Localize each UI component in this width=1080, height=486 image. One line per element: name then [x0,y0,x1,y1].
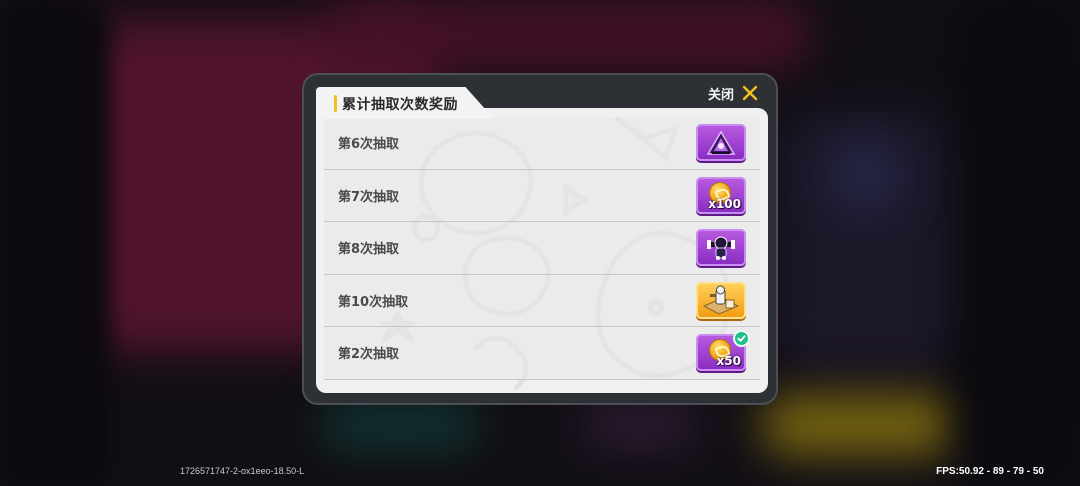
reward-row: 第8次抽取 [324,222,760,275]
reward-item-slot[interactable]: x50 [696,330,750,372]
rewards-panel: 第6次抽取 第7次抽取 x100 第8次抽取 第10次抽取 第2次抽取 x50 [316,108,768,393]
reward-row: 第2次抽取 x50 [324,327,760,380]
rewards-list: 第6次抽取 第7次抽取 x100 第8次抽取 第10次抽取 第2次抽取 x50 [324,117,760,380]
purple-figure-icon [706,130,736,155]
reward-row: 第6次抽取 [324,117,760,170]
dialog-title-tab: 累计抽取次数奖励 [316,87,494,119]
close-button[interactable]: 关闭 [708,82,758,104]
claimed-check-icon [733,330,750,348]
dialog-title: 累计抽取次数奖励 [342,97,458,113]
reward-item-slot[interactable] [696,124,746,162]
close-label: 关闭 [707,87,734,103]
cumulative-draw-rewards-dialog: 第6次抽取 第7次抽取 x100 第8次抽取 第10次抽取 第2次抽取 x50 … [302,73,778,405]
reward-row-label: 第6次抽取 [338,137,400,153]
reward-row: 第10次抽取 [324,274,760,327]
title-accent-bar [334,95,337,112]
map-scroll-icon [702,285,740,315]
reward-quantity: x100 [708,196,741,211]
reward-row-label: 第8次抽取 [338,242,400,258]
build-id-text: 1726571747-2-ox1eeo-18.50-L [180,466,305,476]
reward-row-label: 第10次抽取 [338,294,409,310]
reward-item-slot[interactable]: x100 [696,176,746,214]
close-icon [742,85,758,101]
dark-creature-icon [707,236,735,260]
reward-row: 第7次抽取 x100 [324,169,760,222]
reward-quantity: x50 [716,354,741,369]
reward-row-label: 第7次抽取 [338,189,400,205]
reward-item-slot[interactable] [696,281,746,319]
fps-counter: FPS:50.92 - 89 - 79 - 50 [936,466,1044,477]
reward-row-label: 第2次抽取 [338,347,400,363]
reward-item-slot[interactable] [696,229,746,267]
